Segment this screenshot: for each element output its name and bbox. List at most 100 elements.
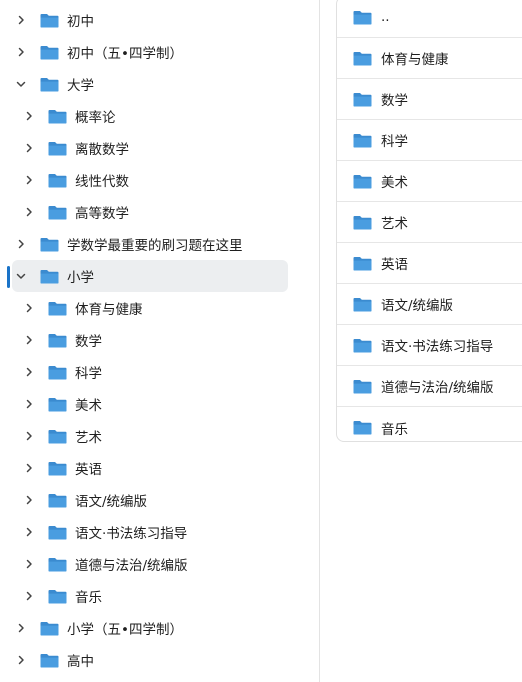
tree-item[interactable]: 初中: [12, 4, 288, 36]
chevron-right-icon[interactable]: [22, 557, 36, 571]
selection-indicator: [7, 266, 10, 288]
tree-item-label: 英语: [75, 462, 102, 478]
tree-item-label: 音乐: [75, 590, 102, 606]
folder-icon: [48, 429, 67, 444]
folder-icon: [353, 174, 372, 189]
list-item-label: 音乐: [381, 421, 408, 438]
folder-icon: [353, 133, 372, 148]
chevron-down-icon[interactable]: [14, 77, 28, 91]
folder-list: .. 体育与健康 数学 科学 美术 艺术 英语 语文/统编版 语文·书法练习指导…: [336, 0, 522, 442]
folder-icon: [48, 173, 67, 188]
tree-item-label: 科学: [75, 366, 102, 382]
tree-item[interactable]: 艺术: [12, 420, 288, 452]
folder-icon: [40, 13, 59, 28]
folder-icon: [48, 589, 67, 604]
folder-icon: [40, 653, 59, 668]
chevron-right-icon[interactable]: [14, 13, 28, 27]
tree-item[interactable]: 概率论: [12, 100, 288, 132]
chevron-right-icon[interactable]: [14, 237, 28, 251]
chevron-right-icon[interactable]: [22, 397, 36, 411]
tree-item[interactable]: 科学: [12, 356, 288, 388]
tree-item[interactable]: 离散数学: [12, 132, 288, 164]
folder-icon: [48, 365, 67, 380]
list-item[interactable]: 美术: [337, 161, 522, 202]
tree-item[interactable]: 高等数学: [12, 196, 288, 228]
list-item-label: 语文/统编版: [381, 298, 454, 314]
tree-item[interactable]: 大学: [12, 68, 288, 100]
tree-item-label: 小学: [67, 270, 94, 286]
chevron-right-icon[interactable]: [22, 365, 36, 379]
tree-item-label: 概率论: [75, 110, 116, 126]
folder-icon: [353, 420, 372, 435]
folder-icon: [48, 461, 67, 476]
folder-icon: [48, 397, 67, 412]
tree-item-label: 语文·书法练习指导: [75, 526, 188, 542]
chevron-right-icon[interactable]: [22, 205, 36, 219]
tree-item[interactable]: 英语: [12, 452, 288, 484]
chevron-right-icon[interactable]: [22, 141, 36, 155]
folder-icon: [353, 256, 372, 271]
chevron-right-icon[interactable]: [22, 109, 36, 123]
folder-icon: [48, 493, 67, 508]
tree-item[interactable]: 初中（五•四学制）: [12, 36, 288, 68]
chevron-right-icon[interactable]: [22, 461, 36, 475]
folder-icon: [48, 301, 67, 316]
chevron-right-icon[interactable]: [22, 333, 36, 347]
list-item[interactable]: 语文·书法练习指导: [337, 325, 522, 366]
folder-tree: 初中 初中（五•四学制） 大学 概率论 离散数学 线性代数 高等数学 学数学最重…: [0, 0, 320, 682]
list-item[interactable]: 科学: [337, 120, 522, 161]
tree-item[interactable]: 数学: [12, 324, 288, 356]
tree-item-label: 语文/统编版: [75, 494, 148, 510]
tree-item[interactable]: 体育与健康: [12, 292, 288, 324]
tree-item-label: 初中（五•四学制）: [67, 46, 183, 62]
tree-item-label: 高中: [67, 654, 94, 670]
tree-item[interactable]: 音乐: [12, 580, 288, 612]
tree-item-label: 高等数学: [75, 206, 129, 222]
tree-item[interactable]: 美术: [12, 388, 288, 420]
file-browser: 初中 初中（五•四学制） 大学 概率论 离散数学 线性代数 高等数学 学数学最重…: [0, 0, 522, 682]
list-item-label: ..: [381, 9, 390, 25]
tree-item-label: 体育与健康: [75, 302, 143, 318]
tree-item-label: 线性代数: [75, 174, 129, 190]
list-item[interactable]: 英语: [337, 243, 522, 284]
folder-icon: [48, 109, 67, 124]
tree-item-label: 离散数学: [75, 142, 129, 158]
chevron-right-icon[interactable]: [22, 589, 36, 603]
list-item[interactable]: 音乐: [337, 407, 522, 441]
tree-item[interactable]: 学数学最重要的刷习题在这里: [12, 228, 288, 260]
list-item[interactable]: 语文/统编版: [337, 284, 522, 325]
chevron-down-icon[interactable]: [14, 269, 28, 283]
tree-item[interactable]: 小学: [12, 260, 288, 292]
tree-item-label: 学数学最重要的刷习题在这里: [67, 238, 243, 254]
chevron-right-icon[interactable]: [22, 301, 36, 315]
tree-item[interactable]: 高中: [12, 644, 288, 676]
folder-icon: [353, 379, 372, 394]
chevron-right-icon[interactable]: [22, 493, 36, 507]
list-item[interactable]: ..: [337, 0, 522, 38]
list-item[interactable]: 数学: [337, 79, 522, 120]
chevron-right-icon[interactable]: [22, 525, 36, 539]
tree-item[interactable]: 语文·书法练习指导: [12, 516, 288, 548]
chevron-right-icon[interactable]: [22, 429, 36, 443]
tree-item[interactable]: 道德与法治/统编版: [12, 548, 288, 580]
list-item[interactable]: 艺术: [337, 202, 522, 243]
tree-item-label: 数学: [75, 334, 102, 350]
list-item-label: 数学: [381, 93, 408, 109]
chevron-right-icon[interactable]: [14, 653, 28, 667]
tree-item-label: 初中: [67, 14, 94, 30]
tree-item[interactable]: 小学（五•四学制）: [12, 612, 288, 644]
chevron-right-icon[interactable]: [14, 621, 28, 635]
folder-open-icon: [40, 77, 59, 92]
list-item-label: 艺术: [381, 216, 408, 232]
chevron-right-icon[interactable]: [22, 173, 36, 187]
chevron-right-icon[interactable]: [14, 45, 28, 59]
list-item[interactable]: 体育与健康: [337, 38, 522, 79]
folder-icon: [48, 141, 67, 156]
tree-item[interactable]: 线性代数: [12, 164, 288, 196]
tree-item-label: 大学: [67, 78, 94, 94]
list-item-label: 语文·书法练习指导: [381, 339, 494, 355]
list-item[interactable]: 道德与法治/统编版: [337, 366, 522, 407]
folder-icon: [353, 92, 372, 107]
tree-item[interactable]: 语文/统编版: [12, 484, 288, 516]
tree-item-label: 道德与法治/统编版: [75, 558, 188, 574]
